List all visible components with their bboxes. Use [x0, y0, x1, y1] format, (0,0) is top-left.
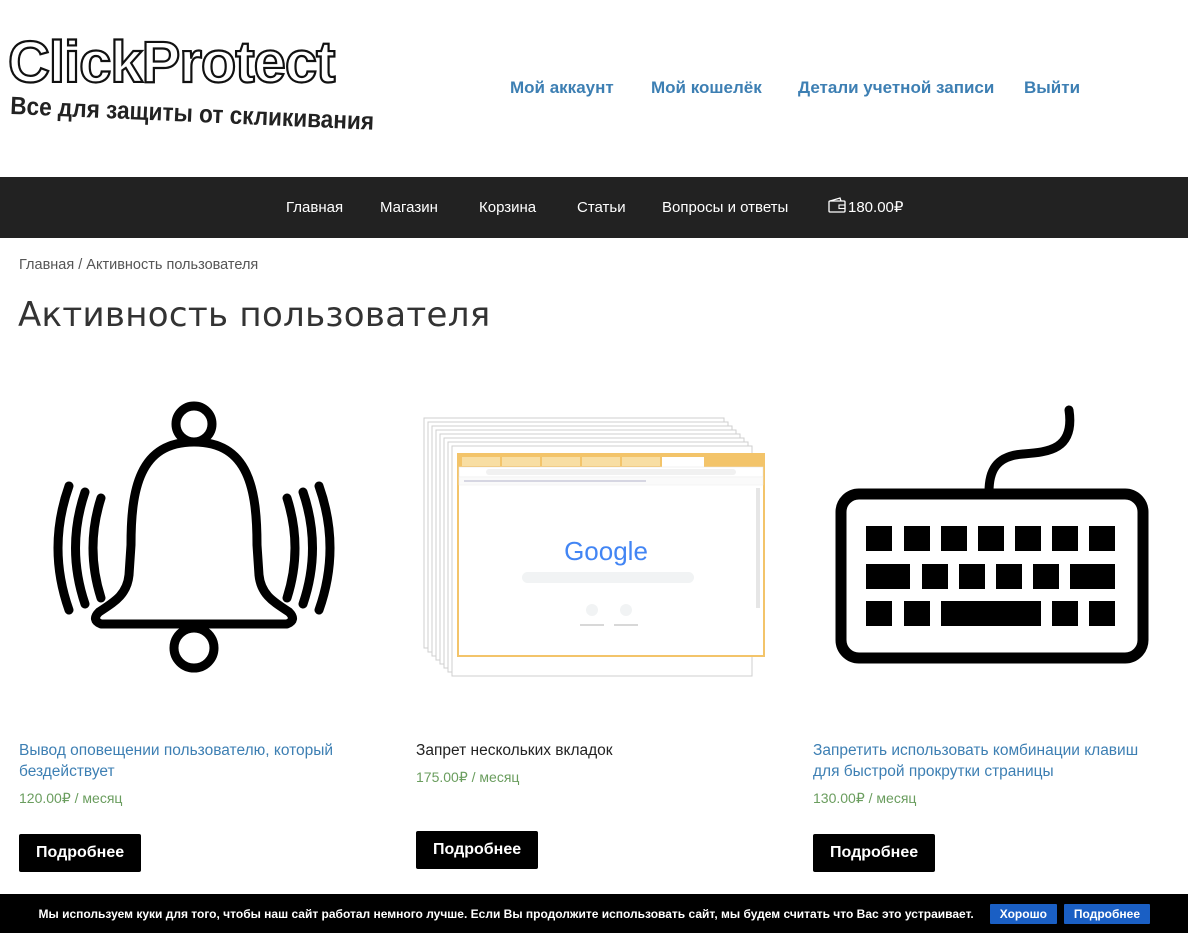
breadcrumb-separator: / [74, 257, 87, 273]
product-image-link[interactable] [19, 380, 369, 720]
nav-my-account[interactable]: Мой аккаунт [510, 78, 614, 98]
cookie-more-button[interactable]: Подробнее [1063, 903, 1150, 924]
price-amount: 130.00₽ [813, 790, 865, 806]
wallet-balance-text: 180.00₽ [848, 199, 904, 216]
details-button[interactable]: Подробнее [813, 834, 936, 872]
bell-icon [53, 401, 335, 673]
main-nav: Главная Магазин Корзина Статьи Вопросы и… [0, 177, 1188, 238]
browser-tabs-image: Google [423, 417, 765, 677]
nav-articles[interactable]: Статьи [577, 199, 626, 216]
product-title[interactable]: Запретить использовать комбинации клавиш… [813, 740, 1163, 782]
details-button[interactable]: Подробнее [416, 831, 539, 869]
nav-my-wallet[interactable]: Мой кошелёк [651, 78, 762, 98]
price-period: / месяц [70, 790, 123, 806]
product-title[interactable]: Запрет нескольких вкладок [416, 740, 766, 761]
price-period: / месяц [864, 790, 917, 806]
product-price: 175.00₽ / месяц [416, 769, 519, 786]
nav-wallet-balance[interactable]: 180.00₽ [828, 197, 903, 217]
nav-account-details[interactable]: Детали учетной записи [798, 78, 994, 98]
details-button[interactable]: Подробнее [19, 834, 142, 872]
breadcrumb-home[interactable]: Главная [19, 257, 74, 273]
nav-faq[interactable]: Вопросы и ответы [662, 199, 788, 216]
cookie-accept-button[interactable]: Хорошо [989, 903, 1057, 924]
cookie-bar: Мы используем куки для того, чтобы наш с… [0, 894, 1188, 933]
price-amount: 120.00₽ [19, 790, 71, 806]
breadcrumb: Главная / Активность пользователя [19, 257, 258, 273]
keyboard-icon [835, 405, 1149, 664]
product-price: 130.00₽ / месяц [813, 790, 916, 807]
price-period: / месяц [467, 769, 520, 785]
google-logo-text: Google [564, 536, 648, 566]
cookie-message: Мы используем куки для того, чтобы наш с… [38, 906, 974, 921]
nav-cart[interactable]: Корзина [479, 199, 536, 216]
breadcrumb-current: Активность пользователя [86, 257, 259, 273]
price-amount: 175.00₽ [416, 769, 468, 785]
product-image-link[interactable]: Google [416, 380, 766, 720]
nav-home[interactable]: Главная [286, 199, 343, 216]
wallet-icon [828, 197, 846, 217]
product-title[interactable]: Вывод оповещении пользователю, который б… [19, 740, 369, 782]
page-title: Активность пользователя [18, 295, 491, 335]
product-price: 120.00₽ / месяц [19, 790, 122, 807]
nav-logout[interactable]: Выйти [1024, 78, 1080, 98]
nav-shop[interactable]: Магазин [380, 199, 438, 216]
account-nav: Мой аккаунт Мой кошелёк Детали учетной з… [0, 78, 1188, 102]
product-image-link[interactable] [813, 380, 1163, 720]
